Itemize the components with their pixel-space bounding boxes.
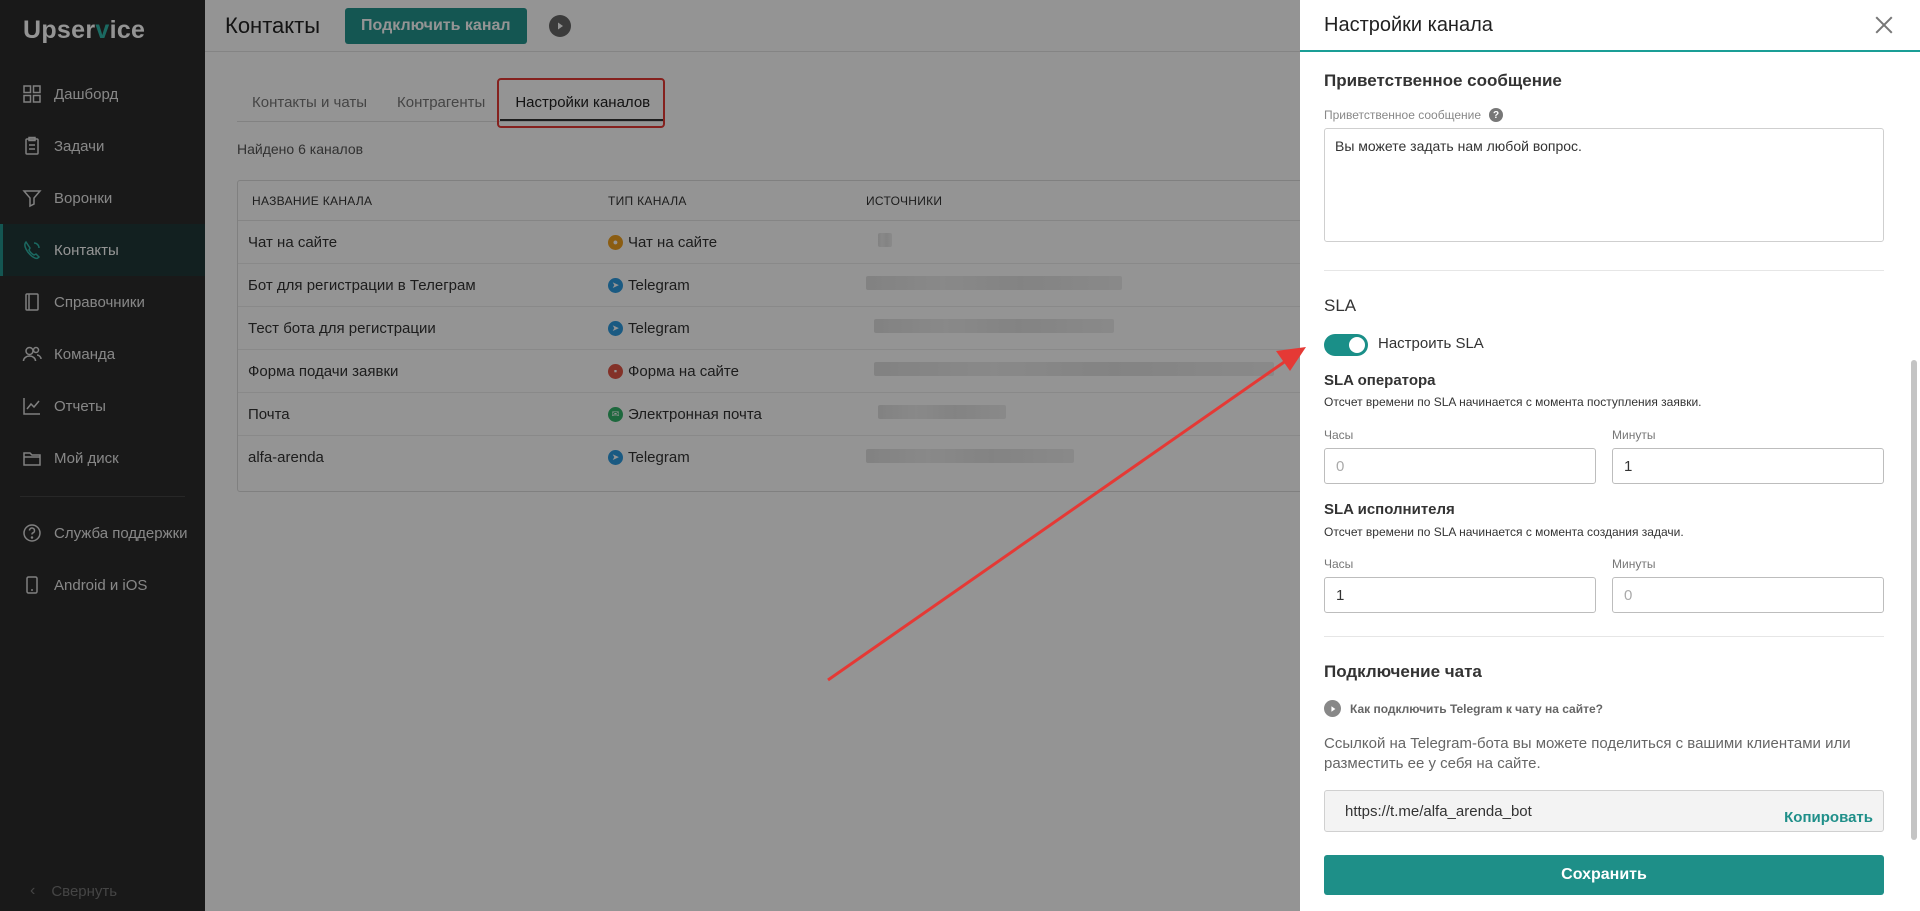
greeting-textarea[interactable]: Вы можете задать нам любой вопрос. [1324,128,1884,242]
operator-hours-input[interactable] [1324,448,1596,484]
panel-title: Настройки канала [1324,13,1493,36]
executor-hours-label: Часы [1324,557,1354,571]
sla-operator-hint: Отсчет времени по SLA начинается с момен… [1324,395,1702,409]
close-icon[interactable] [1873,14,1895,36]
sla-executor-hint: Отсчет времени по SLA начинается с момен… [1324,525,1684,539]
howto-link[interactable]: Как подключить Telegram к чату на сайте? [1324,700,1603,717]
divider [1324,270,1884,271]
sla-toggle-label: Настроить SLA [1378,335,1484,352]
panel-header: Настройки канала [1300,0,1920,52]
panel-body: Приветственное сообщение Приветственное … [1324,54,1884,840]
chat-section-title: Подключение чата [1324,662,1482,681]
executor-hours-input[interactable] [1324,577,1596,613]
sla-toggle[interactable] [1324,334,1368,356]
greeting-field-label: Приветственное сообщение? [1324,108,1503,122]
divider [1324,636,1884,637]
help-icon[interactable]: ? [1489,108,1503,122]
play-icon [1324,700,1341,717]
greeting-section-title: Приветственное сообщение [1324,71,1562,90]
executor-minutes-label: Минуты [1612,557,1656,571]
operator-minutes-label: Минуты [1612,428,1656,442]
panel-scrollbar[interactable] [1911,360,1917,840]
sla-executor-title: SLA исполнителя [1324,501,1455,518]
executor-minutes-input[interactable] [1612,577,1884,613]
bot-link[interactable]: https://t.me/alfa_arenda_bot [1345,803,1532,820]
sla-operator-title: SLA оператора [1324,372,1436,389]
operator-hours-label: Часы [1324,428,1354,442]
sla-section-title: SLA [1324,296,1357,315]
operator-minutes-input[interactable] [1612,448,1884,484]
copy-button[interactable]: Копировать [1784,809,1873,826]
channel-settings-panel: Настройки канала Приветственное сообщени… [1300,0,1920,911]
bot-link-box: https://t.me/alfa_arenda_bot Копировать [1324,790,1884,832]
save-button[interactable]: Сохранить [1324,855,1884,895]
chat-description: Ссылкой на Telegram-бота вы можете подел… [1324,735,1851,772]
modal-backdrop[interactable] [0,0,1300,911]
